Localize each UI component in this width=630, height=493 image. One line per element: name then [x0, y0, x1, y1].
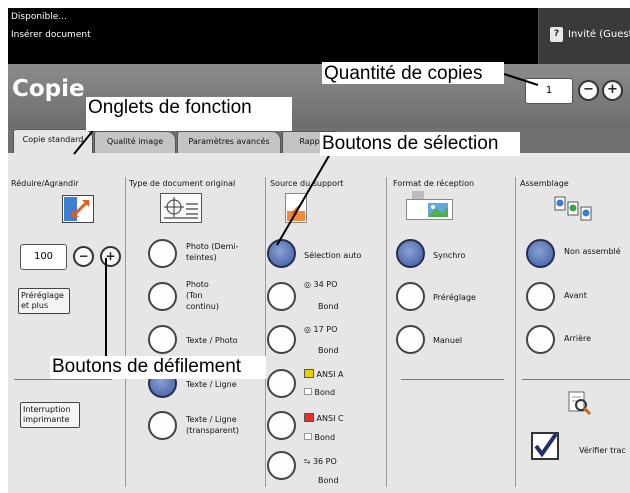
annotation-function-tabs: Onglets de fonction: [88, 97, 252, 118]
annotation-message-area: Zone de messages: [168, 28, 330, 49]
annotation-selection-buttons: Boutons de sélection: [322, 133, 499, 154]
annotation-copy-quantity: Quantité de copies: [324, 63, 483, 84]
callout-lines: [73, 36, 539, 358]
annotation-scroll-buttons: Boutons de défilement: [52, 356, 242, 377]
